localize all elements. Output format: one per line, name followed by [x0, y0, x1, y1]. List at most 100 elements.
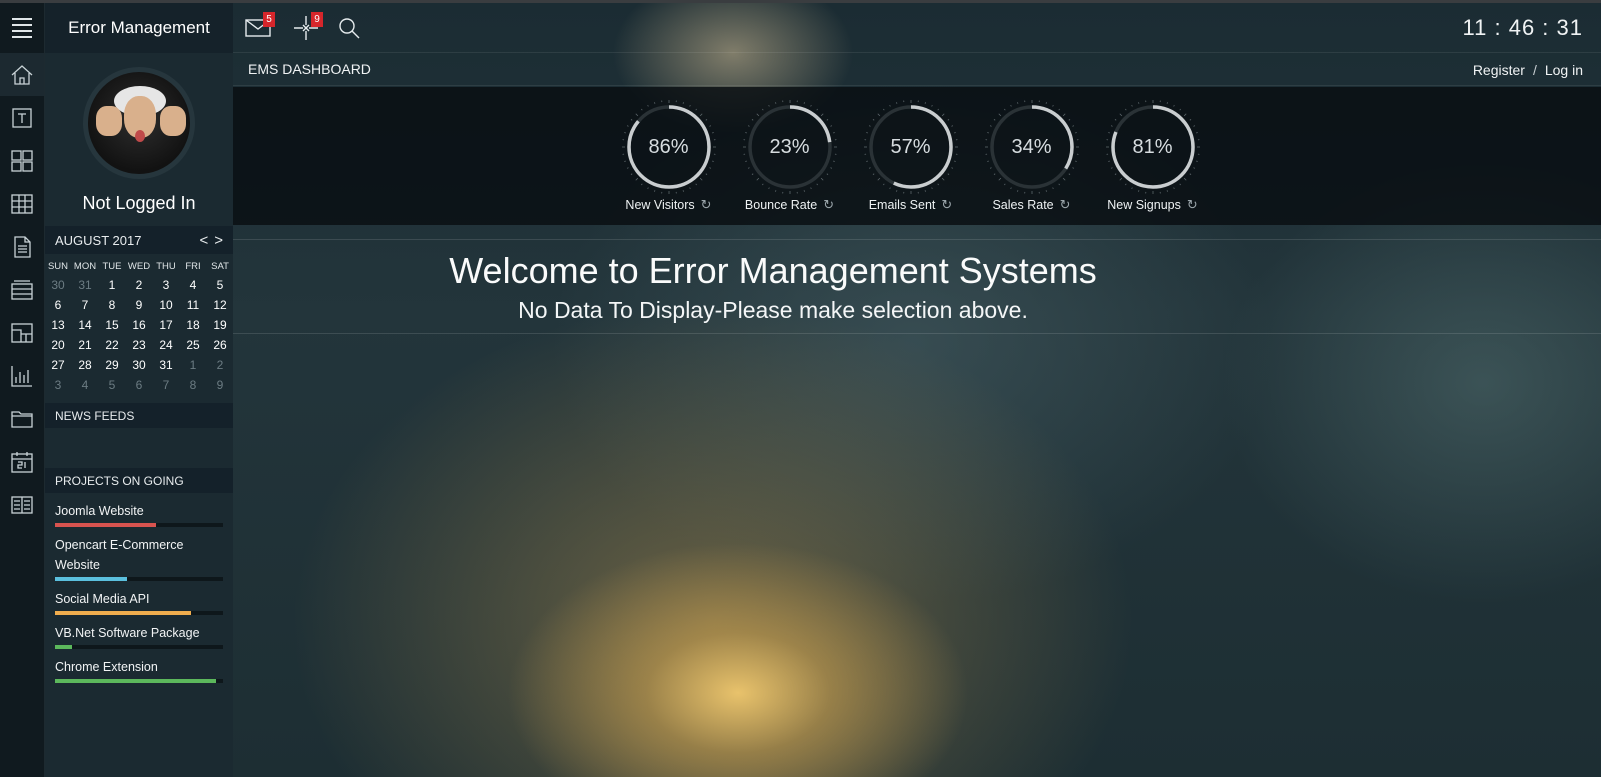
calendar-day[interactable]: 31 [153, 355, 180, 375]
gauge: 86% New Visitors ↻ [608, 97, 729, 213]
calendar-day[interactable]: 7 [153, 375, 180, 395]
calendar-day[interactable]: 2 [126, 275, 153, 295]
app-title: Error Management [45, 3, 233, 53]
rail-item-columns[interactable] [0, 483, 44, 526]
project-item[interactable]: Opencart E-Commerce Website [55, 535, 223, 581]
gauge: 34% Sales Rate ↻ [971, 97, 1092, 213]
rail-item-list[interactable] [0, 268, 44, 311]
calendar-day[interactable]: 31 [72, 275, 99, 295]
calendar-day[interactable]: 22 [99, 335, 126, 355]
calendar-day[interactable]: 28 [72, 355, 99, 375]
calendar-day[interactable]: 2 [207, 355, 234, 375]
calendar-day[interactable]: 27 [45, 355, 72, 375]
calendar-day[interactable]: 8 [180, 375, 207, 395]
calendar-day[interactable]: 4 [180, 275, 207, 295]
rail-item-table[interactable] [0, 182, 44, 225]
alerts-button[interactable]: 9 [291, 12, 323, 42]
folder-icon [11, 410, 33, 428]
calendar-day[interactable]: 6 [126, 375, 153, 395]
calendar-next-button[interactable]: > [214, 232, 223, 249]
calendar-day[interactable]: 18 [180, 315, 207, 335]
profile-panel: Not Logged In [45, 53, 233, 226]
refresh-icon[interactable]: ↻ [823, 197, 834, 213]
avatar[interactable] [83, 67, 195, 179]
register-link[interactable]: Register [1473, 62, 1525, 78]
rail-item-home[interactable] [0, 53, 44, 96]
rail-item-charts[interactable] [0, 354, 44, 397]
rail-item-document[interactable] [0, 225, 44, 268]
calendar-day[interactable]: 3 [153, 275, 180, 295]
messages-button[interactable]: 5 [243, 12, 275, 42]
calendar-day[interactable]: 5 [99, 375, 126, 395]
gauge: 57% Emails Sent ↻ [850, 97, 971, 213]
welcome-banner: Welcome to Error Management Systems No D… [233, 239, 1601, 334]
calendar-day[interactable]: 11 [180, 295, 207, 315]
refresh-icon[interactable]: ↻ [1060, 197, 1071, 213]
calendar-day[interactable]: 25 [180, 335, 207, 355]
projects-heading: PROJECTS ON GOING [45, 468, 233, 493]
calendar-day[interactable]: 8 [99, 295, 126, 315]
calendar-day[interactable]: 21 [72, 335, 99, 355]
calendar-day[interactable]: 7 [72, 295, 99, 315]
rail-item-folder[interactable] [0, 397, 44, 440]
calendar-day[interactable]: 12 [207, 295, 234, 315]
calendar-day[interactable]: 13 [45, 315, 72, 335]
calendar-day[interactable]: 15 [99, 315, 126, 335]
welcome-subtitle: No Data To Display-Please make selection… [518, 297, 1028, 323]
sidebar: Error Management Not Logged In AUGUST 20… [45, 3, 233, 777]
gauge-value: 86% [648, 135, 689, 158]
calendar-day[interactable]: 10 [153, 295, 180, 315]
projects-list: Joomla Website Opencart E-Commerce Websit… [45, 493, 233, 683]
calendar-day[interactable]: 24 [153, 335, 180, 355]
calendar-day[interactable]: 26 [207, 335, 234, 355]
main-content: 5 9 11 : 46 : 31 EMS DASHBOARD Register … [233, 3, 1601, 777]
project-progress-track [55, 611, 223, 615]
project-name: Chrome Extension [55, 660, 158, 674]
calendar-day[interactable]: 20 [45, 335, 72, 355]
login-link[interactable]: Log in [1545, 62, 1583, 78]
calendar-day[interactable]: 4 [72, 375, 99, 395]
project-item[interactable]: Chrome Extension [55, 657, 223, 683]
calendar-dow: WED [127, 261, 151, 272]
calendar-day[interactable]: 17 [153, 315, 180, 335]
calendar-day[interactable]: 29 [99, 355, 126, 375]
calendar-prev-button[interactable]: < [199, 232, 208, 249]
project-progress-track [55, 679, 223, 683]
calendar-day[interactable]: 14 [72, 315, 99, 335]
project-name: VB.Net Software Package [55, 626, 200, 640]
table-icon [11, 193, 33, 214]
calendar-day[interactable]: 6 [45, 295, 72, 315]
calendar-day[interactable]: 30 [45, 275, 72, 295]
text-icon [12, 107, 32, 128]
search-button[interactable] [334, 14, 364, 42]
hamburger-icon [12, 16, 32, 40]
project-item[interactable]: VB.Net Software Package [55, 623, 223, 649]
calendar-day[interactable]: 16 [126, 315, 153, 335]
rail-item-grid[interactable] [0, 139, 44, 182]
refresh-icon[interactable]: ↻ [701, 197, 712, 213]
calendar-day[interactable]: 23 [126, 335, 153, 355]
calendar-day[interactable]: 3 [45, 375, 72, 395]
rail-item-calendar[interactable] [0, 440, 44, 483]
gauges-row: 86% New Visitors ↻ 23% Bounce Rate ↻ 57% Emails… [608, 97, 1213, 213]
calendar-dow: FRI [185, 261, 201, 272]
list-icon [11, 279, 33, 300]
project-progress-bar [55, 577, 128, 581]
calendar-day[interactable]: 30 [126, 355, 153, 375]
calendar-day[interactable]: 1 [99, 275, 126, 295]
calendar-day[interactable]: 1 [180, 355, 207, 375]
refresh-icon[interactable]: ↻ [1187, 197, 1198, 213]
rail-item-layout[interactable] [0, 311, 44, 354]
project-item[interactable]: Social Media API [55, 589, 223, 615]
calendar-day[interactable]: 19 [207, 315, 234, 335]
menu-toggle-button[interactable] [0, 3, 44, 53]
refresh-icon[interactable]: ↻ [941, 197, 952, 213]
calendar-day[interactable]: 5 [207, 275, 234, 295]
rail-item-text[interactable] [0, 96, 44, 139]
home-icon [11, 64, 33, 85]
project-item[interactable]: Joomla Website [55, 501, 223, 527]
gauge: 23% Bounce Rate ↻ [729, 97, 850, 213]
calendar-dow: SAT [211, 261, 229, 272]
calendar-day[interactable]: 9 [207, 375, 234, 395]
calendar-day[interactable]: 9 [126, 295, 153, 315]
